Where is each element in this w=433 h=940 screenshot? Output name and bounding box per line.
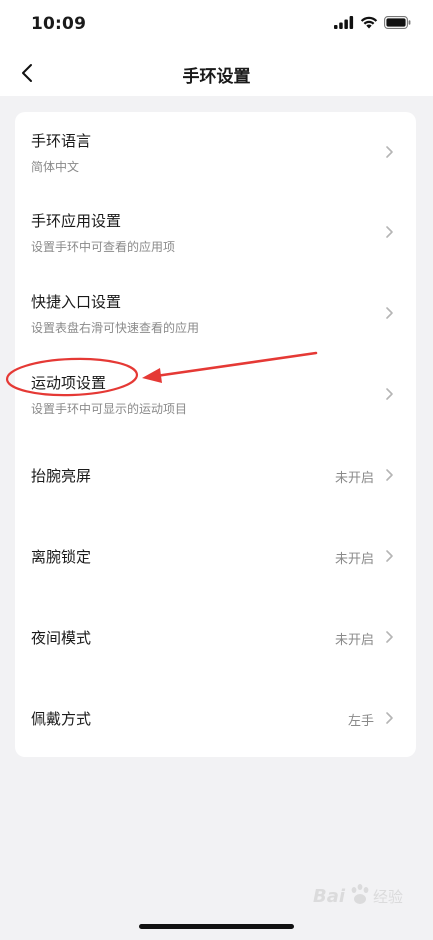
- setting-value: 未开启: [334, 633, 374, 648]
- chevron-right-icon: [386, 307, 393, 319]
- setting-value: 未开启: [334, 471, 374, 486]
- wifi-icon: [360, 16, 378, 29]
- setting-title: 离腕锁定: [31, 548, 92, 566]
- chevron-right-icon: [386, 469, 393, 481]
- setting-off-wrist-lock[interactable]: 离腕锁定 未开启: [15, 515, 416, 595]
- setting-title: 佩戴方式: [31, 710, 92, 728]
- setting-title: 运动项设置: [31, 374, 107, 392]
- chevron-right-icon: [386, 146, 393, 158]
- nav-bar: 手环设置: [0, 50, 433, 96]
- chevron-right-icon: [386, 388, 393, 400]
- setting-value: 未开启: [334, 552, 374, 567]
- setting-title: 手环应用设置: [31, 212, 122, 230]
- baidu-jingyan-logo: Bai 经验: [313, 884, 403, 907]
- status-bar: 10:09: [0, 0, 433, 50]
- chevron-right-icon: [386, 712, 393, 724]
- signal-icon: [334, 16, 354, 29]
- chevron-right-icon: [386, 226, 393, 238]
- svg-text:Bai: Bai: [313, 886, 346, 907]
- settings-card: 手环语言 简体中文 手环应用设置 设置手环中可查看的应用项 快捷入口设置 设置表…: [15, 112, 416, 757]
- setting-band-language[interactable]: 手环语言 简体中文: [15, 112, 416, 192]
- page-title: 手环设置: [182, 67, 251, 87]
- setting-subtitle: 简体中文: [31, 160, 80, 174]
- setting-wearing-hand[interactable]: 佩戴方式 左手: [15, 677, 416, 757]
- setting-subtitle: 设置手环中可查看的应用项: [31, 240, 176, 254]
- setting-band-apps[interactable]: 手环应用设置 设置手环中可查看的应用项: [15, 192, 416, 272]
- setting-value: 左手: [347, 714, 374, 729]
- setting-title: 夜间模式: [31, 629, 92, 647]
- status-time: 10:09: [31, 14, 87, 34]
- setting-raise-to-wake[interactable]: 抬腕亮屏 未开启: [15, 434, 416, 514]
- setting-night-mode[interactable]: 夜间模式 未开启: [15, 596, 416, 676]
- status-icons: [334, 16, 411, 29]
- setting-title: 抬腕亮屏: [31, 467, 92, 485]
- chevron-right-icon: [386, 550, 393, 562]
- setting-sport-items[interactable]: 运动项设置 设置手环中可显示的运动项目: [15, 354, 416, 434]
- setting-subtitle: 设置表盘右滑可快速查看的应用: [31, 321, 200, 335]
- setting-shortcut-entry[interactable]: 快捷入口设置 设置表盘右滑可快速查看的应用: [15, 273, 416, 353]
- setting-title: 手环语言: [31, 132, 92, 150]
- home-indicator: [139, 924, 294, 929]
- watermark: Bai 经验: [313, 878, 405, 916]
- chevron-right-icon: [386, 631, 393, 643]
- svg-text:经验: 经验: [373, 888, 403, 906]
- setting-subtitle: 设置手环中可显示的运动项目: [31, 402, 188, 416]
- setting-title: 快捷入口设置: [31, 293, 122, 311]
- battery-icon: [384, 16, 411, 29]
